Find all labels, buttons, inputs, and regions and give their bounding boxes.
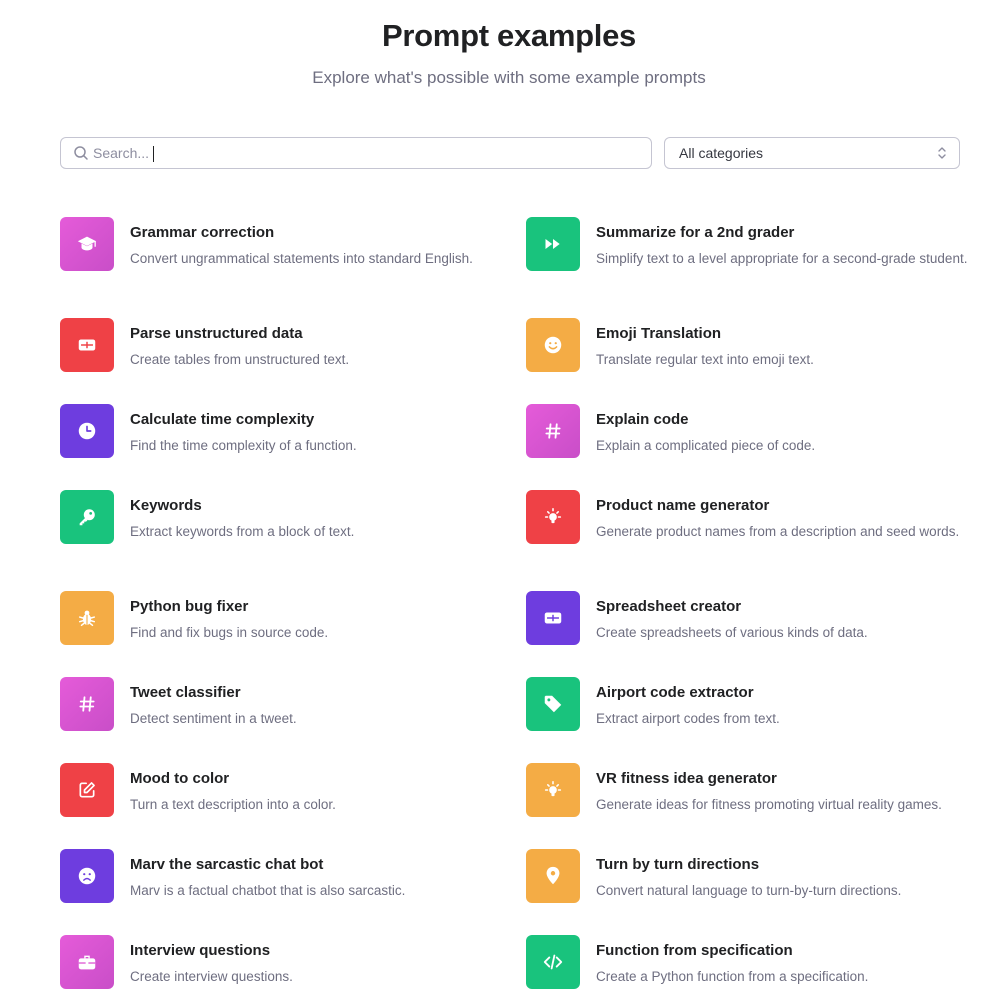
example-title: VR fitness idea generator xyxy=(596,770,777,787)
example-title: Grammar correction xyxy=(130,224,275,241)
example-title: Mood to color xyxy=(130,770,230,787)
example-icon-tile xyxy=(60,217,114,271)
hashtag-icon xyxy=(77,694,97,714)
lightbulb-icon xyxy=(542,779,564,801)
smiley-icon xyxy=(542,334,564,356)
example-description: Find and fix bugs in source code. xyxy=(130,625,329,640)
example-title: Summarize for a 2nd grader xyxy=(596,224,795,241)
briefcase-icon xyxy=(76,951,98,973)
key-icon xyxy=(76,506,98,528)
example-title: Emoji Translation xyxy=(596,325,722,342)
example-title: Python bug fixer xyxy=(130,598,249,615)
edit-icon xyxy=(77,780,97,800)
table-icon xyxy=(76,334,98,356)
code-icon xyxy=(542,951,564,973)
category-select[interactable]: All categories xyxy=(664,137,960,169)
search-box[interactable] xyxy=(60,137,652,169)
example-icon-tile xyxy=(526,591,580,645)
example-description: Translate regular text into emoji text. xyxy=(596,352,814,367)
graduation-cap-icon xyxy=(76,233,98,255)
example-title: Spreadsheet creator xyxy=(596,598,742,615)
example-icon-tile xyxy=(60,849,114,903)
tag-icon xyxy=(542,693,564,715)
example-description: Turn a text description into a color. xyxy=(130,797,336,812)
lightbulb-icon xyxy=(542,506,564,528)
chevron-updown-icon xyxy=(937,146,947,160)
example-description: Extract airport codes from text. xyxy=(596,711,780,726)
example-icon-tile xyxy=(60,763,114,817)
example-title: Marv the sarcastic chat bot xyxy=(130,856,324,873)
example-description: Find the time complexity of a function. xyxy=(130,438,357,453)
search-input[interactable] xyxy=(93,139,633,167)
map-pin-icon xyxy=(542,865,564,887)
hashtag-icon xyxy=(543,421,563,441)
example-description: Convert natural language to turn-by-turn… xyxy=(596,883,902,898)
example-title: Explain code xyxy=(596,411,689,428)
example-icon-tile xyxy=(60,490,114,544)
example-icon-tile xyxy=(60,591,114,645)
example-title: Tweet classifier xyxy=(130,684,241,701)
example-icon-tile xyxy=(60,318,114,372)
clock-icon xyxy=(76,420,98,442)
category-select-value: All categories xyxy=(679,145,764,161)
example-description: Extract keywords from a block of text. xyxy=(130,524,355,539)
example-title: Parse unstructured data xyxy=(130,325,303,342)
example-title: Calculate time complexity xyxy=(130,411,315,428)
example-icon-tile xyxy=(526,677,580,731)
example-icon-tile xyxy=(526,490,580,544)
example-description: Create a Python function from a specific… xyxy=(596,969,869,984)
example-description: Explain a complicated piece of code. xyxy=(596,438,816,453)
page-subtitle: Explore what's possible with some exampl… xyxy=(312,68,706,87)
example-icon-tile xyxy=(60,677,114,731)
example-description: Detect sentiment in a tweet. xyxy=(130,711,297,726)
example-icon-tile xyxy=(526,318,580,372)
sad-face-icon xyxy=(76,865,98,887)
example-description: Create spreadsheets of various kinds of … xyxy=(596,625,868,640)
example-icon-tile xyxy=(526,217,580,271)
example-description: Create tables from unstructured text. xyxy=(130,352,350,367)
text-cursor xyxy=(153,146,154,162)
example-icon-tile xyxy=(526,404,580,458)
example-icon-tile xyxy=(526,849,580,903)
example-title: Function from specification xyxy=(596,942,793,959)
example-description: Generate ideas for fitness promoting vir… xyxy=(596,797,942,812)
table-icon xyxy=(542,607,564,629)
example-description: Generate product names from a descriptio… xyxy=(596,524,960,539)
bug-icon xyxy=(76,607,98,629)
example-title: Keywords xyxy=(130,497,202,514)
example-description: Marv is a factual chatbot that is also s… xyxy=(130,883,406,898)
search-icon xyxy=(73,145,89,161)
example-title: Turn by turn directions xyxy=(596,856,760,873)
fast-forward-icon xyxy=(543,234,563,254)
example-title: Interview questions xyxy=(130,942,271,959)
page-title: Prompt examples xyxy=(382,18,636,53)
example-title: Product name generator xyxy=(596,497,770,514)
example-description: Simplify text to a level appropriate for… xyxy=(596,251,968,266)
example-icon-tile xyxy=(526,763,580,817)
example-description: Create interview questions. xyxy=(130,969,293,984)
example-description: Convert ungrammatical statements into st… xyxy=(130,251,473,266)
example-icon-tile xyxy=(60,935,114,989)
prompt-examples-page: Prompt examples Explore what's possible … xyxy=(0,0,986,1008)
example-title: Airport code extractor xyxy=(596,684,754,701)
example-icon-tile xyxy=(60,404,114,458)
example-icon-tile xyxy=(526,935,580,989)
